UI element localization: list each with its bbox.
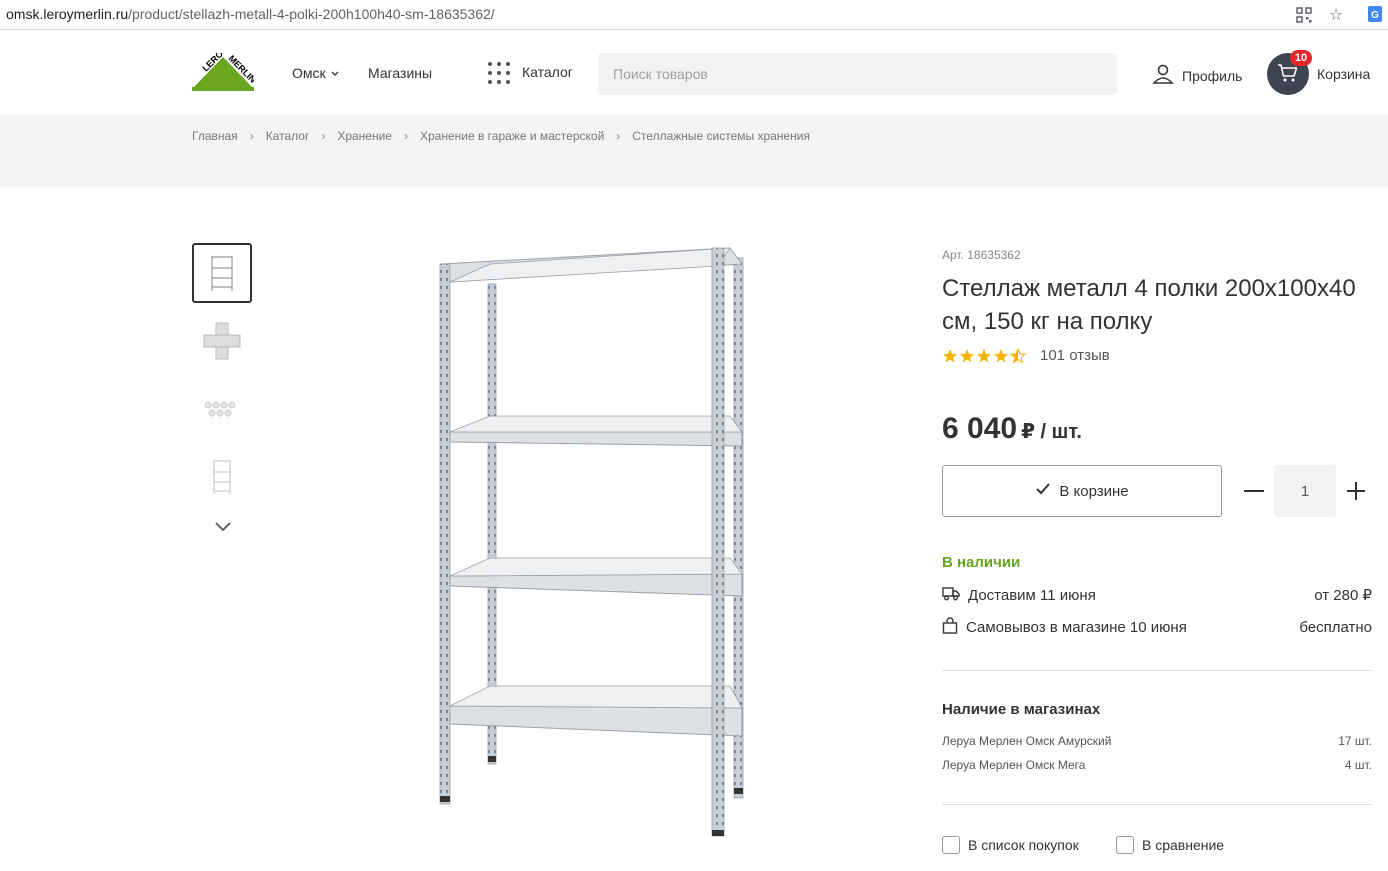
qr-icon[interactable] [1294, 5, 1314, 25]
city-label: Омск [292, 65, 326, 81]
user-icon [1152, 63, 1174, 88]
compare-label: В сравнение [1142, 837, 1225, 853]
thumbnail-shelf-side[interactable] [192, 447, 252, 507]
checkbox[interactable] [1116, 836, 1134, 854]
divider [942, 670, 1372, 671]
checkmark-icon [1035, 482, 1051, 500]
shopping-cart-icon [1277, 63, 1299, 86]
star-half-icon [1010, 348, 1026, 363]
shops-link[interactable]: Магазины [368, 65, 432, 81]
divider [942, 804, 1372, 805]
price-amount: 6 040 [942, 412, 1018, 445]
pickup-row: Самовывоз в магазине 10 июня бесплатно [942, 617, 1372, 638]
chevron-right-icon: › [321, 129, 326, 143]
delivery-price: от 280 ₽ [1314, 587, 1372, 604]
thumbnail-connector[interactable] [192, 311, 252, 371]
breadcrumb-item-home[interactable]: Главная [192, 129, 238, 143]
quantity-input[interactable] [1274, 465, 1336, 517]
star-icon [943, 348, 957, 362]
compare-checkbox[interactable]: В сравнение [1116, 836, 1224, 854]
shopping-list-label: В список покупок [968, 837, 1079, 853]
delivery-label: Доставим 11 июня [968, 586, 1096, 604]
city-selector[interactable]: Омск [292, 65, 340, 81]
shopping-bag-icon [942, 617, 958, 638]
thumbnail-list [192, 243, 252, 515]
thumbnail-bolts[interactable] [192, 379, 252, 439]
chevron-right-icon: › [616, 129, 621, 143]
pickup-price: бесплатно [1299, 619, 1372, 636]
price: 6 040 ₽ / шт. [942, 412, 1082, 446]
chevron-down-icon [330, 65, 340, 81]
breadcrumb-band: Главная › Каталог › Хранение › Хранение … [0, 115, 1388, 187]
cart-count-badge: 10 [1290, 50, 1312, 66]
browser-address-bar[interactable]: omsk.leroymerlin.ru/product/stellazh-met… [0, 0, 1388, 30]
product-main-image[interactable] [420, 236, 770, 846]
cart-button[interactable]: 10 [1267, 50, 1312, 95]
translate-icon[interactable]: G [1364, 5, 1388, 25]
quantity-increase-button[interactable] [1342, 477, 1370, 505]
leroy-merlin-logo[interactable]: LEROY MERLIN [192, 44, 258, 93]
cart-label: Корзина [1317, 66, 1371, 82]
in-cart-button[interactable]: В корзине [942, 465, 1222, 517]
grid-dots-icon [488, 61, 510, 84]
rating[interactable]: 101 отзыв [942, 347, 1110, 364]
profile-link[interactable]: Профиль [1152, 63, 1242, 88]
search-input[interactable] [598, 53, 1117, 95]
store-name: Леруа Мерлен Омск Мега [942, 758, 1086, 772]
reviews-link[interactable]: 101 отзыв [1040, 347, 1110, 364]
pickup-label: Самовывоз в магазине 10 июня [966, 619, 1187, 636]
breadcrumb-item-garage-storage[interactable]: Хранение в гараже и мастерской [420, 129, 604, 143]
checkbox[interactable] [942, 836, 960, 854]
catalog-button[interactable]: Каталог [488, 61, 573, 84]
plus-icon [1347, 482, 1365, 500]
article-number: Арт. 18635362 [942, 248, 1021, 262]
star-icon [977, 348, 991, 362]
cart-link[interactable]: 10 Корзина [1267, 50, 1371, 95]
profile-label: Профиль [1182, 67, 1243, 84]
price-unit: ₽ / шт. [1021, 421, 1082, 443]
store-qty: 4 шт. [1344, 758, 1372, 772]
product-title: Стеллаж металл 4 полки 200х100х40 см, 15… [942, 275, 1356, 335]
star-bookmark-icon[interactable]: ☆ [1326, 5, 1346, 25]
breadcrumb: Главная › Каталог › Хранение › Хранение … [192, 129, 810, 143]
star-icon [994, 348, 1008, 362]
url-text[interactable]: omsk.leroymerlin.ru/product/stellazh-met… [6, 6, 495, 22]
store-name: Леруа Мерлен Омск Амурский [942, 734, 1112, 748]
chevron-right-icon: › [403, 129, 408, 143]
rating-stars [942, 348, 1030, 364]
store-row[interactable]: Леруа Мерлен Омск Мега 4 шт. [942, 758, 1372, 772]
stores-availability-title[interactable]: Наличие в магазинах [942, 701, 1100, 718]
availability-status: В наличии [942, 554, 1021, 571]
star-icon [960, 348, 974, 362]
shopping-list-checkbox[interactable]: В список покупок [942, 836, 1079, 854]
in-cart-label: В корзине [1059, 482, 1129, 500]
thumbnail-shelf-front[interactable] [192, 243, 252, 303]
breadcrumb-item-shelving[interactable]: Стеллажные системы хранения [632, 129, 810, 143]
truck-icon [942, 585, 960, 605]
store-row[interactable]: Леруа Мерлен Омск Амурский 17 шт. [942, 734, 1372, 748]
catalog-label: Каталог [522, 64, 573, 80]
breadcrumb-item-catalog[interactable]: Каталог [266, 129, 310, 143]
site-header: LEROY MERLIN Омск Магазины Каталог Профи… [0, 31, 1388, 115]
thumbnails-down-chevron-icon[interactable] [214, 519, 232, 533]
delivery-row: Доставим 11 июня от 280 ₽ [942, 585, 1372, 605]
quantity-decrease-button[interactable] [1240, 477, 1268, 505]
store-qty: 17 шт. [1338, 734, 1372, 748]
svg-text:G: G [1371, 10, 1379, 21]
chevron-right-icon: › [249, 129, 254, 143]
minus-icon [1244, 490, 1264, 492]
breadcrumb-item-storage[interactable]: Хранение [337, 129, 392, 143]
